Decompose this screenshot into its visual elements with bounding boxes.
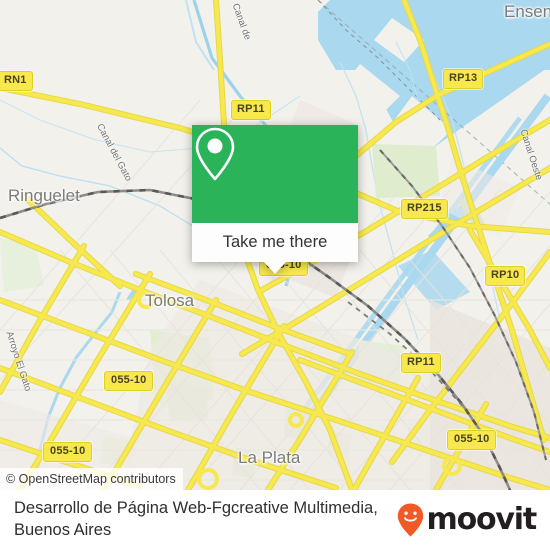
take-me-there-button[interactable]: Take me there	[192, 223, 358, 262]
location-title: Desarrollo de Página Web-Fgcreative Mult…	[14, 499, 378, 539]
map-canvas[interactable]: Ringuelet Ensen Tolosa La Plata Canal de…	[0, 0, 550, 490]
road-shield-rp11-north[interactable]: RP11	[231, 100, 271, 120]
destination-popup-card[interactable]: Take me there	[192, 125, 358, 274]
road-shield-rn1[interactable]: RN1	[0, 71, 33, 91]
moovit-pin-smile-icon	[397, 503, 423, 537]
popup-tip-pointer	[264, 262, 286, 274]
popup-pin-area	[192, 125, 358, 223]
place-label-ensenada: Ensen	[504, 2, 550, 21]
road-shield-055-10-bottom-right[interactable]: 055-10	[447, 430, 497, 450]
moovit-wordmark: moovit	[426, 502, 538, 537]
footer-bar: Desarrollo de Página Web-Fgcreative Mult…	[0, 490, 550, 550]
road-shield-055-10-bottom-left[interactable]: 055-10	[43, 442, 93, 462]
road-shield-055-10-left[interactable]: 055-10	[104, 371, 154, 391]
take-me-there-label: Take me there	[222, 233, 328, 251]
place-label-tolosa: Tolosa	[145, 291, 195, 310]
location-pin-icon	[195, 127, 235, 181]
road-shield-rp10[interactable]: RP10	[485, 266, 526, 286]
place-label-la-plata: La Plata	[238, 448, 301, 467]
moovit-map-screenshot: Ringuelet Ensen Tolosa La Plata Canal de…	[0, 0, 550, 550]
road-shield-rp11-south[interactable]: RP11	[401, 353, 441, 373]
moovit-logo[interactable]: moovit	[397, 502, 538, 537]
road-shield-rp215[interactable]: RP215	[401, 199, 448, 219]
place-label-ringuelet: Ringuelet	[8, 186, 80, 205]
road-shield-rp13[interactable]: RP13	[443, 69, 484, 89]
osm-attribution[interactable]: © OpenStreetMap contributors	[0, 468, 183, 490]
